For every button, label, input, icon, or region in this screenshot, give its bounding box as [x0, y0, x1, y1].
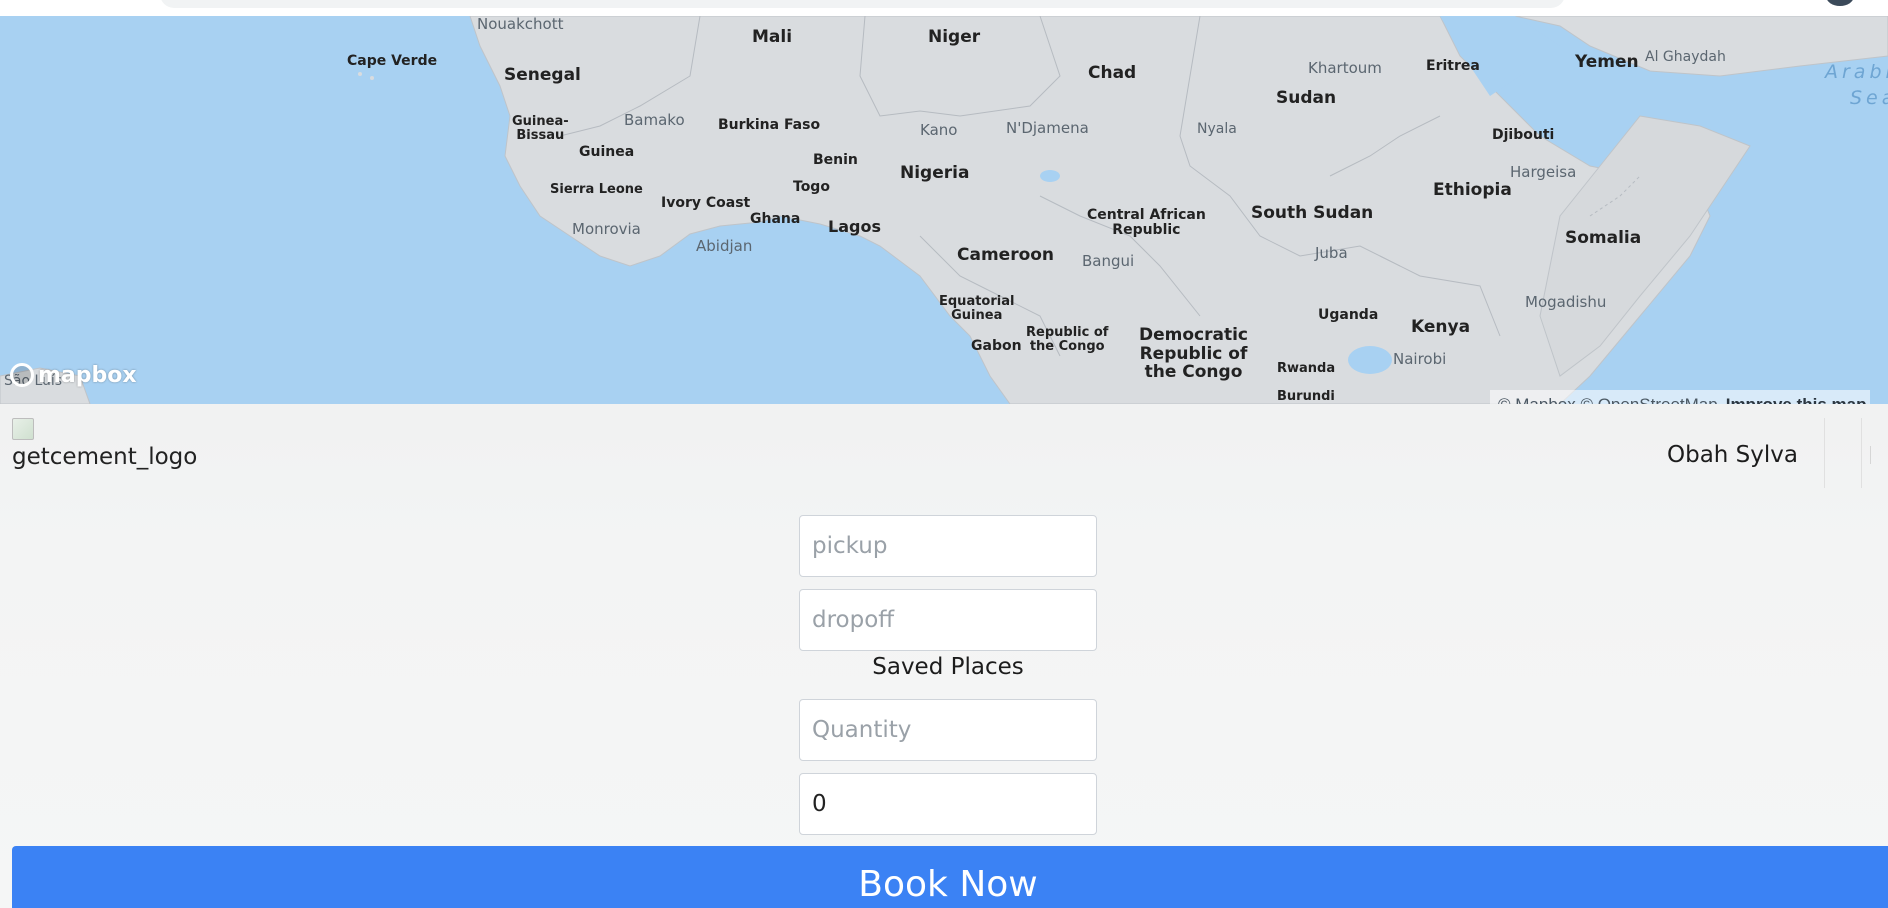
profile-avatar[interactable] [1826, 0, 1854, 6]
address-bar[interactable] [160, 0, 1565, 8]
map-label-arabian-sea-2: Sea [1850, 87, 1888, 109]
map-label-chad: Chad [1088, 63, 1137, 83]
map-label-eritrea: Eritrea [1426, 58, 1480, 74]
map-view[interactable]: Nouakchott Mali Niger Chad Khartoum Erit… [0, 16, 1888, 404]
map-label-nairobi: Nairobi [1393, 350, 1447, 368]
map-label-kenya: Kenya [1411, 317, 1471, 337]
amount-input[interactable] [799, 773, 1097, 835]
map-label-somalia: Somalia [1565, 228, 1642, 248]
map-label-yemen: Yemen [1575, 52, 1639, 72]
map-label-benin: Benin [813, 152, 858, 168]
map-label-drc: Democratic Republic of the Congo [1139, 325, 1248, 383]
map-label-bamako: Bamako [624, 111, 685, 129]
map-label-mali: Mali [752, 27, 793, 47]
map-label-burundi: Burundi [1277, 389, 1335, 404]
map-label-cape-verde: Cape Verde [347, 53, 438, 69]
user-name[interactable]: Obah Sylva [1667, 442, 1798, 468]
logo-alt-text: getcement_logo [12, 444, 198, 470]
mapbox-logo[interactable]: mapbox [10, 362, 137, 388]
dropoff-input[interactable] [799, 589, 1097, 651]
map-label-guinea-bissau: Guinea- Bissau [512, 114, 569, 144]
map-label-arabian-sea-1: Arabi [1825, 61, 1888, 83]
map-label-juba: Juba [1315, 244, 1348, 262]
map-label-bangui: Bangui [1082, 252, 1135, 270]
map-land-shapes [0, 16, 1888, 404]
browser-top-bar [0, 0, 1888, 17]
map-label-senegal: Senegal [504, 65, 581, 85]
map-label-guinea: Guinea [579, 144, 635, 160]
map-label-cameroon: Cameroon [957, 245, 1055, 265]
map-attribution: © Mapbox © OpenStreetMap Improve this ma… [1490, 390, 1871, 404]
map-label-lagos: Lagos [828, 217, 881, 236]
map-label-abidjan: Abidjan [696, 237, 753, 255]
map-label-equatorial-guinea: Equatorial Guinea [939, 294, 1015, 324]
map-label-niger: Niger [928, 27, 981, 47]
map-label-central-african-republic: Central African Republic [1087, 207, 1206, 239]
user-menu-button[interactable] [1824, 418, 1862, 488]
page: Nouakchott Mali Niger Chad Khartoum Erit… [0, 0, 1888, 908]
map-label-djibouti: Djibouti [1492, 127, 1555, 143]
map-label-khartoum: Khartoum [1308, 59, 1382, 77]
map-label-mogadishu: Mogadishu [1525, 293, 1607, 311]
map-label-monrovia: Monrovia [572, 220, 641, 238]
map-label-burkina-faso: Burkina Faso [718, 117, 821, 133]
map-label-uganda: Uganda [1318, 307, 1379, 323]
quantity-input[interactable] [799, 699, 1097, 761]
attribution-text[interactable]: © Mapbox © OpenStreetMap [1498, 395, 1718, 404]
map-label-sierra-leone: Sierra Leone [550, 182, 643, 197]
map-label-ndjamena: N'Djamena [1006, 119, 1089, 137]
mapbox-icon [10, 363, 34, 387]
map-label-republic-of-the-congo: Republic of the Congo [1026, 325, 1109, 355]
map-label-nyala: Nyala [1197, 121, 1237, 137]
map-label-nouakchott: Nouakchott [477, 16, 564, 33]
menu-divider [1870, 446, 1871, 464]
map-label-sudan: Sudan [1276, 88, 1337, 108]
saved-places-link[interactable]: Saved Places [799, 654, 1097, 680]
map-label-rwanda: Rwanda [1277, 361, 1336, 376]
map-label-nigeria: Nigeria [900, 163, 970, 183]
broken-image-icon [12, 418, 34, 440]
site-logo[interactable]: getcement_logo [12, 418, 197, 470]
map-label-gabon: Gabon [971, 338, 1022, 354]
map-label-togo: Togo [793, 179, 830, 195]
map-label-ethiopia: Ethiopia [1433, 180, 1512, 200]
map-label-south-sudan: South Sudan [1251, 203, 1374, 223]
map-label-al-ghaydah: Al Ghaydah [1645, 49, 1726, 65]
pickup-input[interactable] [799, 515, 1097, 577]
mapbox-logo-text: mapbox [38, 362, 137, 388]
book-now-button[interactable]: Book Now [12, 846, 1888, 908]
map-label-ghana: Ghana [750, 211, 801, 227]
map-label-ivory-coast: Ivory Coast [661, 195, 751, 211]
map-label-kano: Kano [920, 121, 958, 139]
map-label-hargeisa: Hargeisa [1510, 163, 1577, 181]
improve-map-link[interactable]: Improve this map [1726, 395, 1867, 404]
